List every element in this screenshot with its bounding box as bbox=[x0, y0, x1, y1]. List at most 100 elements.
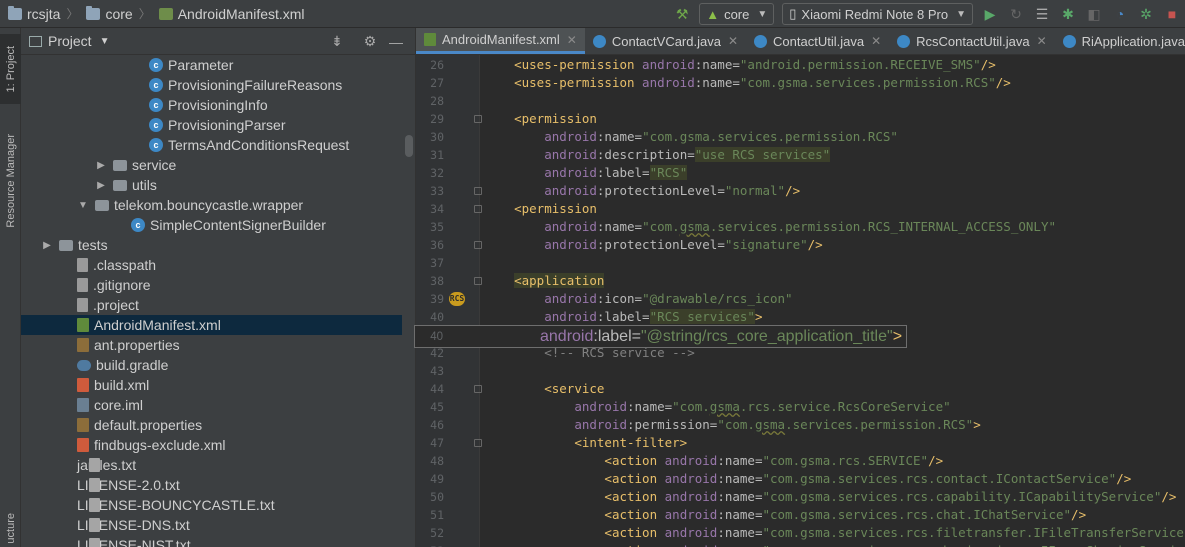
tree-item-label: .project bbox=[93, 297, 139, 313]
breadcrumb-file[interactable]: AndroidManifest.xml bbox=[151, 6, 305, 22]
hide-icon[interactable]: — bbox=[388, 34, 404, 50]
stripe-tab-structure-label: ucture bbox=[4, 512, 17, 544]
close-icon[interactable]: ✕ bbox=[728, 34, 738, 48]
chevron-right-icon[interactable]: ▶ bbox=[41, 240, 53, 251]
fold-marker-icon[interactable] bbox=[474, 187, 482, 195]
tree-item[interactable]: .gitignore bbox=[21, 275, 402, 295]
android-icon: ▲ bbox=[706, 6, 720, 22]
tree-item[interactable]: c ProvisioningInfo bbox=[21, 95, 402, 115]
fold-marker-icon[interactable] bbox=[474, 115, 482, 123]
project-panel-tools: ⇟ ⚙ — bbox=[324, 28, 409, 55]
line-number: 39 bbox=[430, 292, 444, 306]
stripe-tab-structure[interactable]: ucture bbox=[0, 508, 21, 547]
collapse-all-icon[interactable]: ⇟ bbox=[329, 33, 345, 50]
code-line: 34 <permission bbox=[416, 200, 1185, 218]
class-icon: c bbox=[149, 58, 163, 72]
code-line: 31 android:description="use RCS services… bbox=[416, 146, 1185, 164]
tree-item[interactable]: LICENSE-BOUNCYCASTLE.txt bbox=[21, 495, 402, 515]
tree-item[interactable]: findbugs-exclude.xml bbox=[21, 435, 402, 455]
stripe-tab-resource-manager[interactable]: Resource Manager bbox=[0, 123, 21, 238]
fold-marker-icon[interactable] bbox=[474, 385, 482, 393]
chevron-right-icon[interactable]: ▶ bbox=[95, 160, 107, 171]
editor-tab[interactable]: RcsContactUtil.java ✕ bbox=[889, 28, 1055, 54]
breadcrumb-module[interactable]: core 〉 bbox=[78, 5, 151, 22]
code-text: <action android:name="com.gsma.services.… bbox=[484, 542, 1185, 547]
project-view-select[interactable]: Project bbox=[48, 33, 92, 49]
tree-item[interactable]: default.properties bbox=[21, 415, 402, 435]
tree-item[interactable]: c SimpleContentSignerBuilder bbox=[21, 215, 402, 235]
tree-item[interactable]: LICENSE-2.0.txt bbox=[21, 475, 402, 495]
rerun-icon[interactable]: ↻ bbox=[1008, 6, 1024, 22]
tree-item[interactable]: LICENSE-NIST.txt bbox=[21, 535, 402, 547]
device-value: Xiaomi Redmi Note 8 Pro bbox=[801, 6, 949, 22]
tree-item[interactable]: .project bbox=[21, 295, 402, 315]
fold-marker-icon[interactable] bbox=[474, 205, 482, 213]
chevron-right-icon[interactable]: ▶ bbox=[95, 180, 107, 191]
tree-item-label: .gitignore bbox=[93, 277, 151, 293]
tree-item[interactable]: LICENSE-DNS.txt bbox=[21, 515, 402, 535]
tree-item[interactable]: ant.properties bbox=[21, 335, 402, 355]
stop-icon[interactable]: ■ bbox=[1164, 6, 1180, 22]
coverage-icon[interactable]: ◧ bbox=[1086, 6, 1102, 22]
gear-icon[interactable]: ⚙ bbox=[362, 33, 378, 50]
txt-icon bbox=[89, 538, 100, 547]
tree-item-label: Parameter bbox=[168, 57, 234, 73]
apply-changes-icon[interactable]: ☰ bbox=[1034, 6, 1050, 22]
device-select[interactable]: ▯ Xiaomi Redmi Note 8 Pro ▼ bbox=[782, 3, 973, 25]
code-text: <action android:name="com.gsma.services.… bbox=[604, 507, 1087, 522]
fold-marker-icon[interactable] bbox=[474, 277, 482, 285]
tree-item[interactable]: c Parameter bbox=[21, 55, 402, 75]
manifest-file-icon bbox=[158, 7, 173, 20]
line-number: 52 bbox=[430, 526, 444, 540]
editor-tab[interactable]: RiApplication.java✕ bbox=[1055, 28, 1185, 54]
debug-icon[interactable]: ✱ bbox=[1060, 6, 1076, 22]
tree-item[interactable]: ▼ telekom.bouncycastle.wrapper bbox=[21, 195, 402, 215]
tree-item[interactable]: AndroidManifest.xml bbox=[21, 315, 402, 335]
close-icon[interactable]: ✕ bbox=[567, 33, 577, 47]
tree-item[interactable]: build.xml bbox=[21, 375, 402, 395]
close-icon[interactable]: ✕ bbox=[871, 34, 881, 48]
tree-item[interactable]: build.gradle bbox=[21, 355, 402, 375]
line-number: 49 bbox=[430, 472, 444, 486]
tree-item[interactable]: ▶ utils bbox=[21, 175, 402, 195]
class-icon: c bbox=[149, 98, 163, 112]
code-line: 53 <action android:name="com.gsma.servic… bbox=[416, 542, 1185, 547]
editor-tab[interactable]: ContactVCard.java ✕ bbox=[585, 28, 746, 54]
tree-item[interactable]: jarfiles.txt bbox=[21, 455, 402, 475]
tree-item[interactable]: c ProvisioningParser bbox=[21, 115, 402, 135]
breadcrumb-project-label: rcsjta bbox=[27, 5, 61, 22]
chevron-down-icon[interactable]: ▼ bbox=[100, 36, 110, 47]
project-tree[interactable]: c Parameter c ProvisioningFailureReasons c Pr… bbox=[21, 55, 415, 547]
breadcrumb-project[interactable]: rcsjta 〉 bbox=[0, 5, 78, 22]
editor-tab[interactable]: ContactUtil.java ✕ bbox=[746, 28, 889, 54]
editor-tab[interactable]: AndroidManifest.xml ✕ bbox=[416, 28, 585, 54]
android-resource-icon[interactable]: RCS bbox=[449, 292, 465, 306]
stripe-tab-project[interactable]: 1: Project bbox=[0, 34, 21, 104]
tree-item[interactable]: ▶ tests bbox=[21, 235, 402, 255]
code-editor: AndroidManifest.xml ✕ ContactVCard.java ✕ Co… bbox=[415, 28, 1185, 547]
editor-tab-label: RiApplication.java bbox=[1081, 33, 1185, 49]
attach-debugger-icon[interactable]: ✲ bbox=[1138, 6, 1154, 22]
breadcrumb-separator-icon: 〉 bbox=[138, 7, 151, 21]
folder-icon bbox=[59, 239, 73, 251]
fold-marker-icon[interactable] bbox=[474, 241, 482, 249]
run-config-select[interactable]: ▲ core ▼ bbox=[699, 3, 775, 25]
tree-item[interactable]: .classpath bbox=[21, 255, 402, 275]
code-area[interactable]: 26 <uses-permission android:name="androi… bbox=[416, 55, 1185, 547]
code-text: android:name="com.gsma.services.permissi… bbox=[544, 129, 898, 144]
tree-item[interactable]: c TermsAndConditionsRequest bbox=[21, 135, 402, 155]
gradle-icon bbox=[77, 359, 91, 371]
tree-scrollbar[interactable] bbox=[405, 135, 413, 157]
run-icon[interactable]: ▶ bbox=[982, 6, 998, 22]
xml-icon bbox=[77, 438, 89, 452]
fold-marker-icon[interactable] bbox=[474, 439, 482, 447]
tree-item[interactable]: core.iml bbox=[21, 395, 402, 415]
build-hammer-icon[interactable]: ⚒ bbox=[674, 6, 690, 22]
close-icon[interactable]: ✕ bbox=[1037, 34, 1047, 48]
package-icon bbox=[113, 159, 127, 171]
profile-icon[interactable]: ◔ bbox=[1112, 6, 1128, 22]
chevron-down-icon[interactable]: ▼ bbox=[77, 200, 89, 211]
tree-item[interactable]: ▶ service bbox=[21, 155, 402, 175]
code-text: <action android:name="com.gsma.services.… bbox=[604, 471, 1132, 486]
tree-item[interactable]: c ProvisioningFailureReasons bbox=[21, 75, 402, 95]
